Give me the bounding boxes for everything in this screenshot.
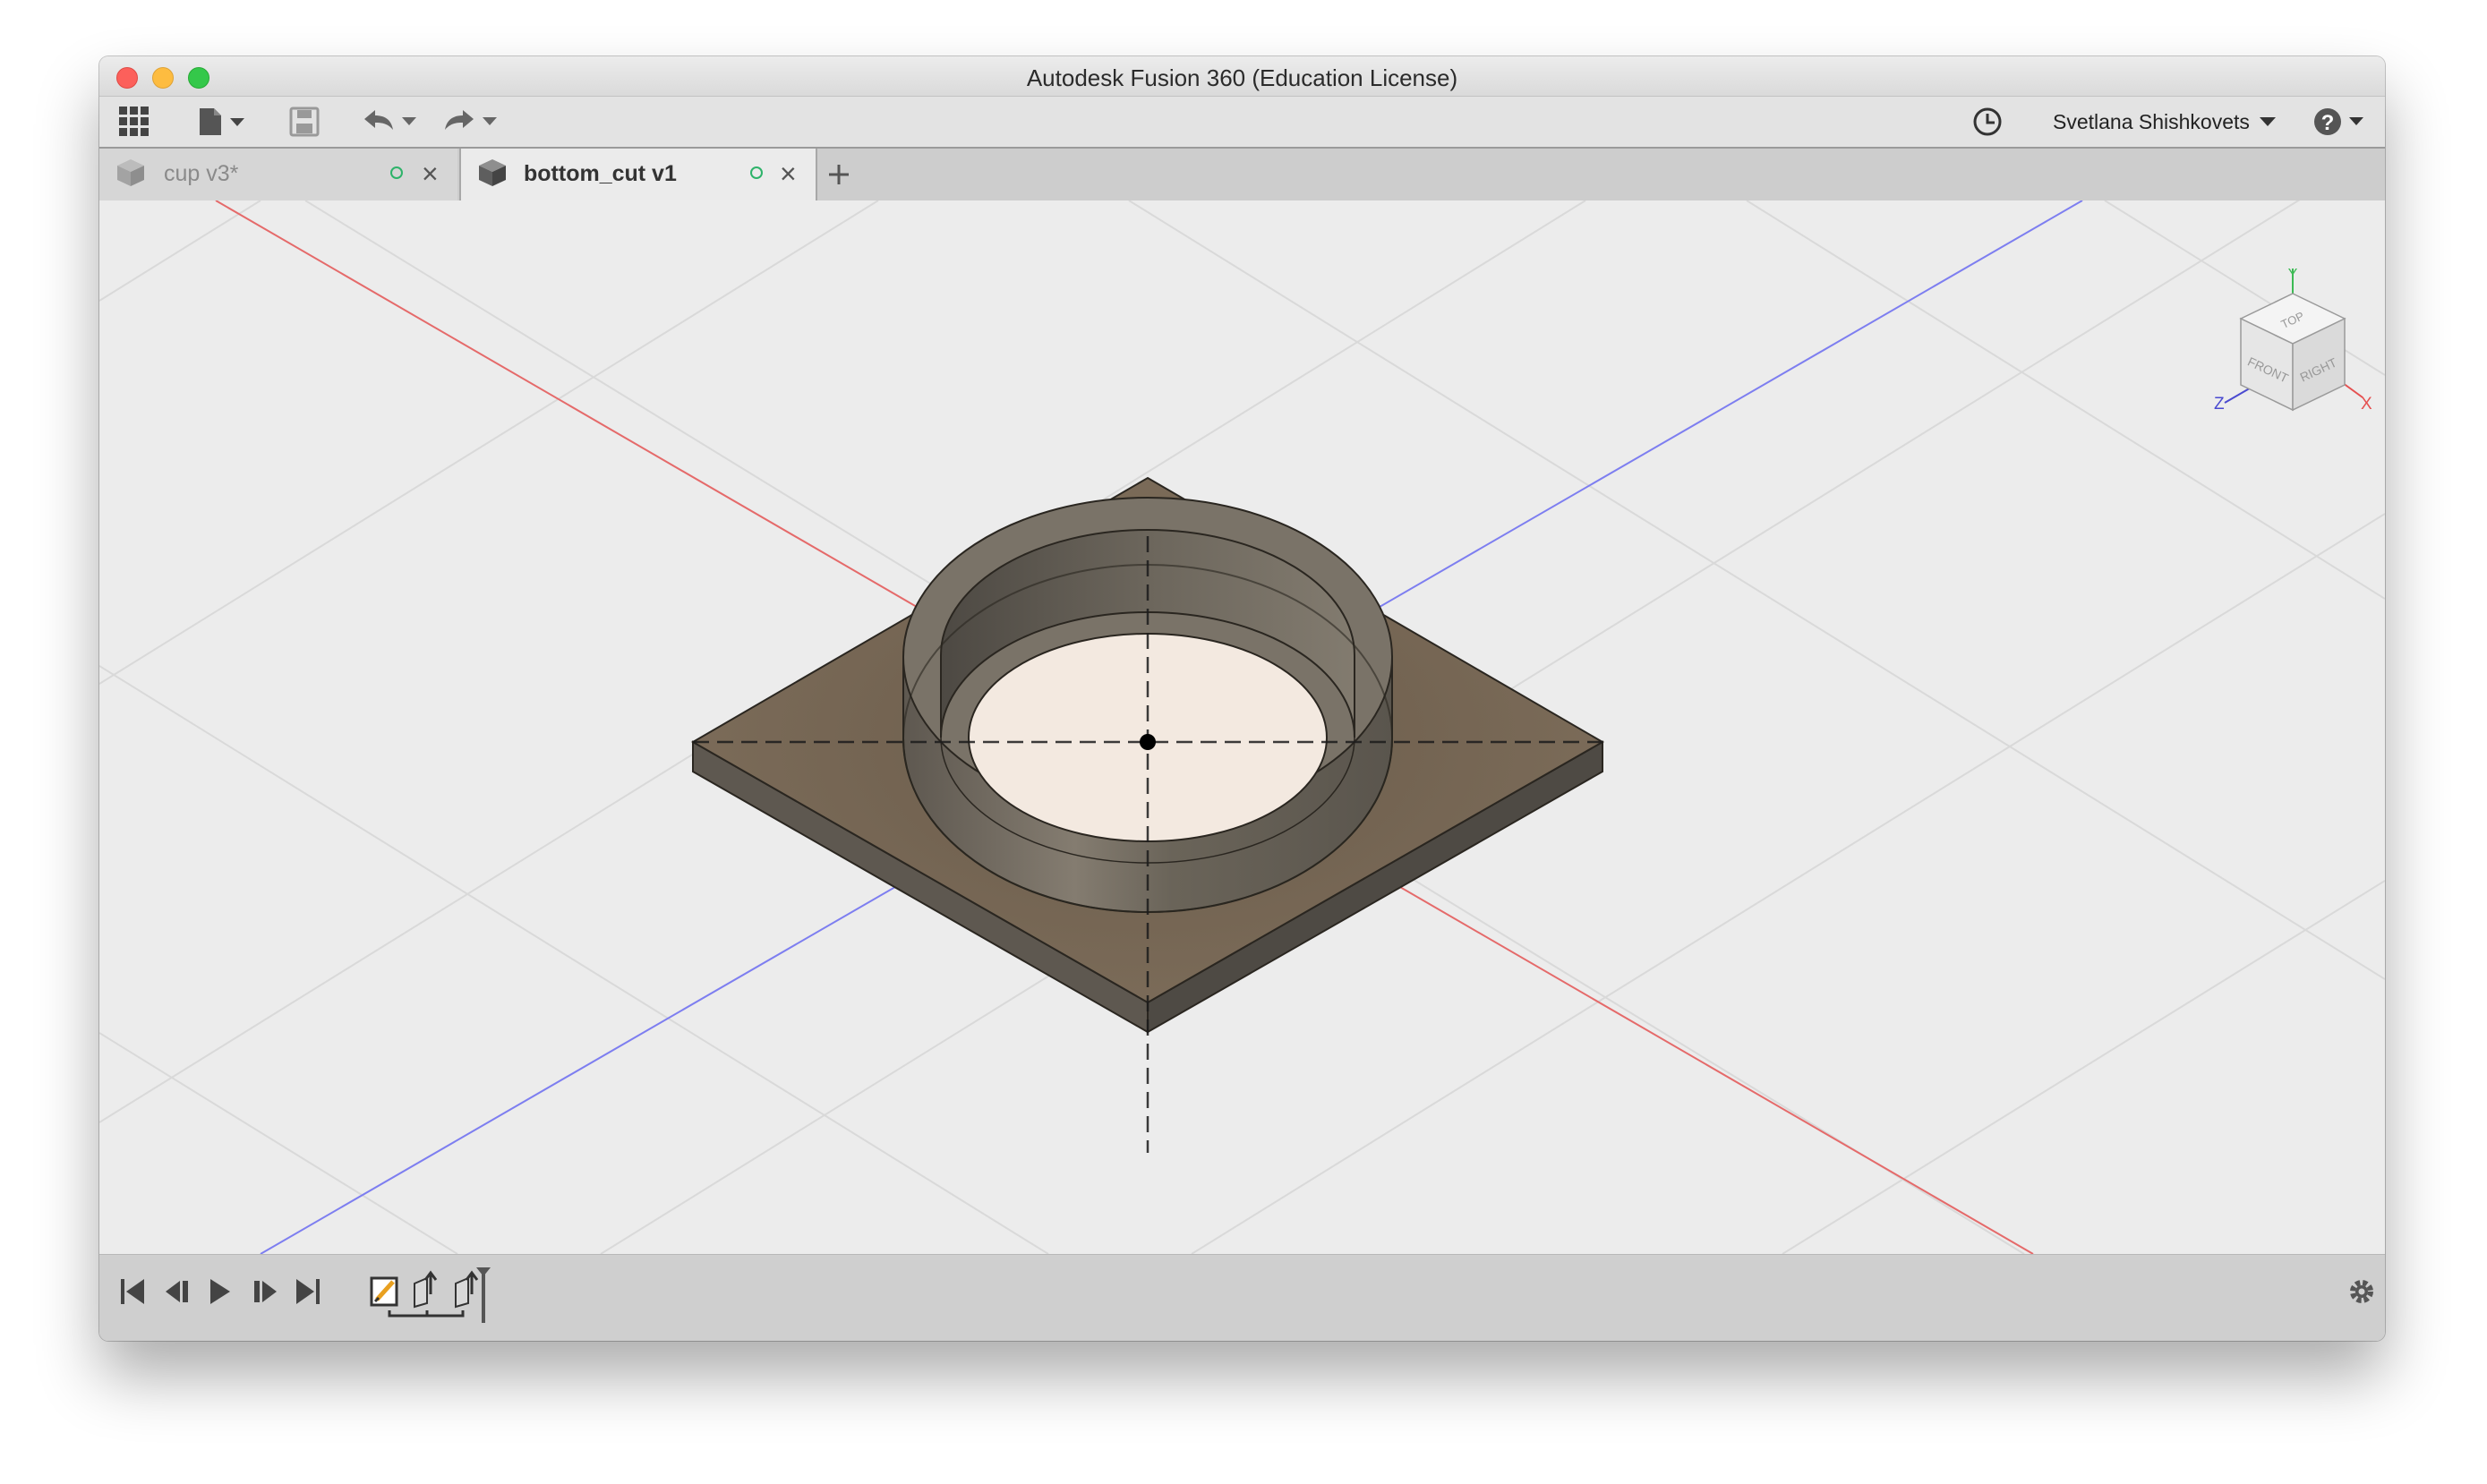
app-window: Autodesk Fusion 360 (Education License): [99, 56, 2385, 1341]
save-icon: [289, 107, 320, 137]
clock-icon: [1973, 107, 2002, 136]
tab-label: cup v3*: [164, 161, 239, 186]
x-axis-indicator: [2342, 382, 2363, 398]
apps-grid-button[interactable]: [119, 97, 150, 147]
extrude-feature-icon[interactable]: [455, 1270, 479, 1309]
document-icon: [200, 108, 244, 135]
sync-status-icon: [390, 166, 403, 179]
gear-icon[interactable]: [2346, 1276, 2377, 1307]
cup-ring[interactable]: [902, 497, 1393, 913]
component-icon: [479, 159, 506, 186]
help-menu-button[interactable]: ?: [2313, 97, 2369, 147]
help-icon: ?: [2314, 108, 2363, 135]
plus-icon: [829, 165, 849, 184]
user-menu[interactable]: Svetlana Shishkovets: [2053, 97, 2278, 147]
view-cube[interactable]: Y Z X TOP FRONT RIGHT: [2203, 269, 2373, 421]
skip-end-icon[interactable]: [295, 1276, 321, 1307]
title-bar: Autodesk Fusion 360 (Education License): [99, 56, 2385, 97]
user-name: Svetlana Shishkovets: [2053, 109, 2250, 133]
close-tab-icon[interactable]: ×: [780, 159, 797, 188]
feature-group-bracket: [388, 1310, 465, 1318]
undo-icon: [364, 110, 416, 130]
tab-cup-v3[interactable]: cup v3* ×: [99, 149, 457, 200]
feature-timeline[interactable]: [359, 1267, 585, 1330]
close-tab-icon[interactable]: ×: [422, 159, 439, 188]
canvas-viewport[interactable]: Y Z X TOP FRONT RIGHT: [99, 200, 2385, 1254]
timeline-marker[interactable]: [482, 1271, 485, 1323]
timeline-marker-head[interactable]: [476, 1267, 491, 1276]
play-icon[interactable]: [207, 1276, 234, 1307]
toolbar: Svetlana Shishkovets ?: [99, 97, 2385, 149]
document-tabs: cup v3* × bottom_cut v1 ×: [99, 149, 2385, 200]
extrude-feature-icon[interactable]: [414, 1270, 438, 1309]
tab-label: bottom_cut v1: [524, 161, 677, 186]
z-axis-label: Z: [2214, 395, 2225, 414]
window-title: Autodesk Fusion 360 (Education License): [1026, 64, 1458, 91]
file-menu-button[interactable]: [198, 97, 250, 147]
x-axis-label: X: [2361, 395, 2372, 414]
new-tab-button[interactable]: [826, 149, 866, 200]
sync-status-icon: [750, 166, 763, 179]
redo-button[interactable]: [441, 97, 502, 147]
grid-icon: [119, 107, 149, 136]
step-back-icon[interactable]: [162, 1276, 192, 1307]
save-button[interactable]: [289, 97, 320, 147]
timeline-bar: [99, 1254, 2385, 1341]
skip-start-icon[interactable]: [119, 1276, 146, 1307]
history-button[interactable]: [1971, 97, 2004, 147]
tab-bottom-cut-v1[interactable]: bottom_cut v1 ×: [459, 149, 817, 200]
sketch-feature-icon[interactable]: [370, 1276, 398, 1307]
component-icon: [117, 159, 144, 186]
y-axis-label: Y: [2288, 269, 2298, 282]
model-scene: [99, 200, 2385, 1254]
step-forward-icon[interactable]: [250, 1276, 280, 1307]
redo-icon: [445, 110, 497, 130]
undo-button[interactable]: [361, 97, 422, 147]
origin-point[interactable]: [1140, 734, 1156, 750]
svg-text:?: ?: [2321, 111, 2335, 135]
chevron-down-icon: [2259, 117, 2276, 126]
